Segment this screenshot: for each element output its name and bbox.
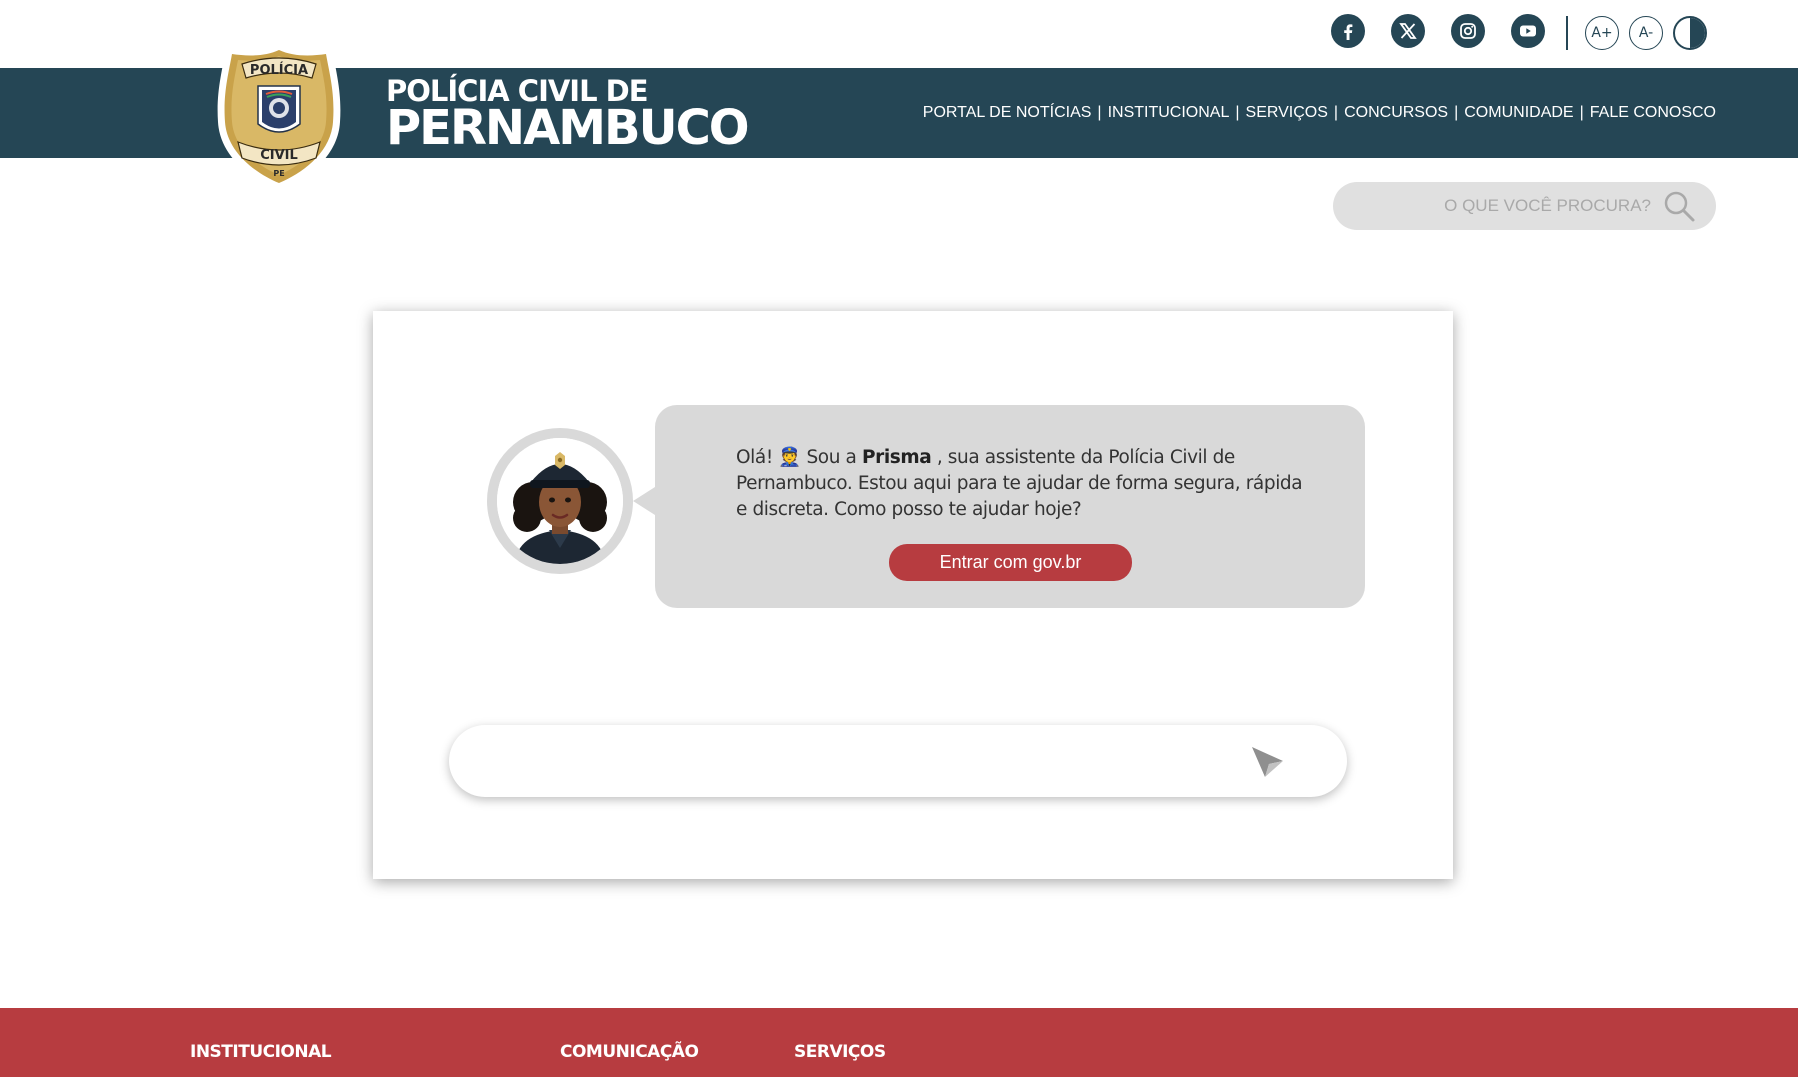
- nav-separator: |: [1454, 104, 1459, 121]
- footer-heading-comunicacao: COMUNICAÇÃO: [560, 1042, 699, 1062]
- increase-font-button[interactable]: A+: [1585, 16, 1619, 50]
- site-footer: INSTITUCIONAL COMUNICAÇÃO SERVIÇOS: [0, 1008, 1798, 1077]
- utility-divider: [1566, 16, 1568, 50]
- x-twitter-icon[interactable]: [1391, 14, 1425, 48]
- nav-item-concursos[interactable]: CONCURSOS: [1344, 104, 1448, 122]
- brand-title-line2[interactable]: PERNAMBUCO: [386, 98, 750, 158]
- police-badge-logo[interactable]: POLÍCIA CIVIL PE: [212, 42, 346, 192]
- contrast-icon[interactable]: [1673, 16, 1707, 50]
- footer-heading-institucional: INSTITUCIONAL: [190, 1042, 332, 1062]
- nav-item-comunidade[interactable]: COMUNIDADE: [1464, 104, 1573, 122]
- send-icon[interactable]: [1249, 743, 1285, 779]
- assistant-message-text: Olá! 👮 Sou a Prisma , sua assistente da …: [736, 447, 1303, 520]
- assistant-avatar: [487, 428, 633, 574]
- nav-item-fale-conosco[interactable]: FALE CONOSCO: [1590, 104, 1716, 122]
- badge-text-bottom: CIVIL: [260, 148, 298, 163]
- youtube-icon[interactable]: [1511, 14, 1545, 48]
- nav-item-portal-de-noticias[interactable]: PORTAL DE NOTÍCIAS: [923, 104, 1092, 122]
- badge-text-state: PE: [273, 169, 284, 178]
- chat-panel: Olá! 👮 Sou a Prisma , sua assistente da …: [373, 311, 1453, 879]
- search-icon[interactable]: [1663, 190, 1697, 224]
- search-bar: [1333, 182, 1716, 230]
- footer-heading-servicos: SERVIÇOS: [794, 1042, 886, 1062]
- login-gov-br-button[interactable]: Entrar com gov.br: [889, 544, 1132, 581]
- nav-separator: |: [1097, 104, 1102, 121]
- nav-item-institucional[interactable]: INSTITUCIONAL: [1108, 104, 1230, 122]
- nav-separator: |: [1235, 104, 1240, 121]
- assistant-name: Prisma: [861, 447, 932, 468]
- nav-separator: |: [1579, 104, 1584, 121]
- nav-item-servicos[interactable]: SERVIÇOS: [1246, 104, 1328, 122]
- message-composer: [449, 725, 1347, 797]
- facebook-icon[interactable]: [1331, 14, 1365, 48]
- decrease-font-button[interactable]: A-: [1629, 16, 1663, 50]
- assistant-message-bubble: Olá! 👮 Sou a Prisma , sua assistente da …: [633, 405, 1365, 608]
- instagram-icon[interactable]: [1451, 14, 1485, 48]
- message-input[interactable]: [479, 725, 1239, 797]
- police-officer-avatar-icon: [497, 438, 623, 564]
- nav-separator: |: [1333, 104, 1339, 121]
- search-input[interactable]: [1333, 182, 1663, 230]
- badge-text-top: POLÍCIA: [250, 62, 308, 78]
- main-navigation: PORTAL DE NOTÍCIAS | INSTITUCIONAL | SER…: [923, 104, 1716, 122]
